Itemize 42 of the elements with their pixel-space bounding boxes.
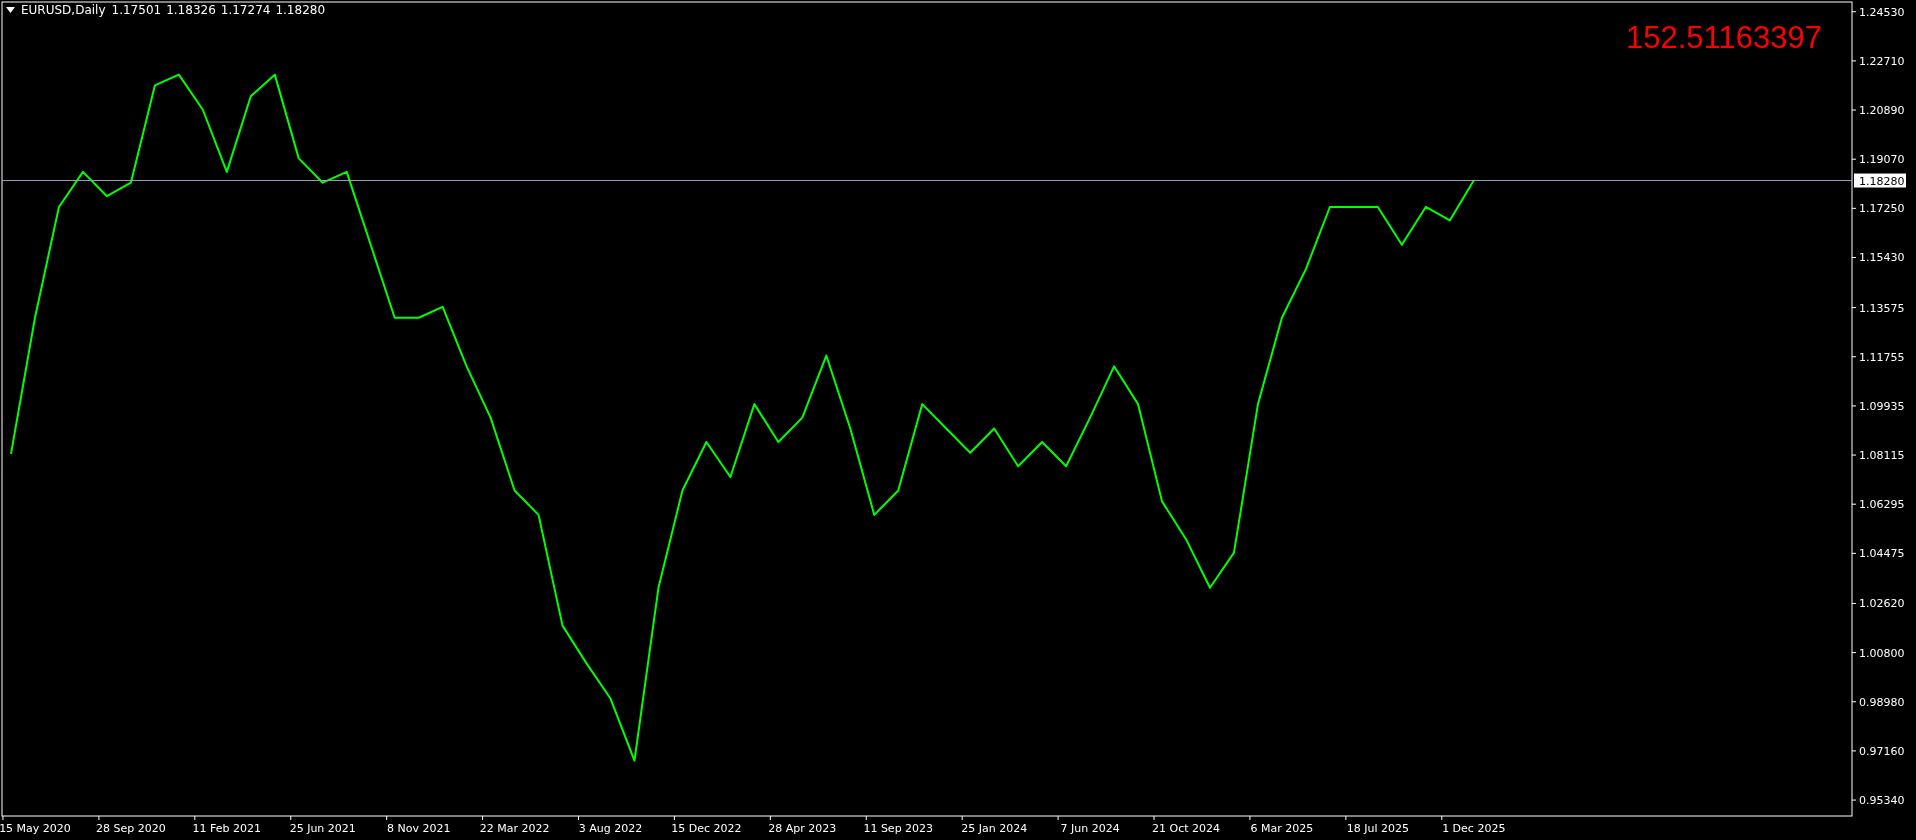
ohlc-value: 1.18280: [275, 4, 326, 16]
price-tick-label: 0.95340: [1859, 794, 1905, 808]
date-tick-label: 18 Jul 2025: [1346, 822, 1409, 835]
date-tick-label: 6 Mar 2025: [1250, 822, 1314, 835]
price-tick-label: 0.97160: [1859, 744, 1905, 758]
price-tick-label: 1.22710: [1859, 54, 1905, 68]
date-tick-label: 7 Jun 2024: [1060, 822, 1120, 835]
date-tick-label: 28 Sep 2020: [96, 822, 166, 835]
price-tick-label: 1.15430: [1859, 251, 1905, 265]
price-tick-label: 1.04475: [1859, 547, 1905, 561]
date-tick-label: 22 Mar 2022: [479, 822, 550, 835]
price-tick-label: 1.08115: [1859, 449, 1905, 463]
date-tick-label: 11 Sep 2023: [863, 822, 934, 835]
price-tick-label: 1.13575: [1859, 301, 1905, 315]
ohlc-value: 1.18326: [166, 4, 216, 16]
ohlc-value: 1.17274: [220, 4, 271, 16]
price-tick-label: 1.02620: [1859, 597, 1905, 611]
current-price-tag: 1.18280: [1854, 173, 1906, 188]
dropdown-triangle-icon[interactable]: [6, 7, 15, 13]
date-tick-label: 1 Dec 2025: [1442, 822, 1506, 835]
date-tick-label: 28 Apr 2023: [768, 822, 837, 835]
price-tick-label: 0.98980: [1859, 695, 1905, 709]
date-tick-label: 3 Aug 2022: [578, 822, 643, 835]
date-tick-label: 8 Nov 2021: [386, 822, 451, 835]
indicator-value: 152.51163397: [1626, 22, 1822, 53]
date-tick-label: 15 May 2020: [0, 822, 71, 835]
price-tick-label: 1.00800: [1859, 646, 1905, 660]
ohlc-value: 1.17501: [111, 4, 162, 16]
ref-line-label: 1.18280: [1859, 174, 1905, 188]
price-tick-label: 1.09935: [1859, 399, 1905, 413]
date-tick-label: 21 Oct 2024: [1152, 822, 1221, 835]
date-tick-label: 11 Feb 2021: [192, 822, 262, 835]
price-tick-label: 1.20890: [1859, 104, 1905, 118]
date-tick-label: 25 Jan 2024: [961, 822, 1028, 835]
date-tick-label: 25 Jun 2021: [289, 822, 356, 835]
price-tick-label: 1.19070: [1859, 153, 1905, 167]
price-tick-label: 1.17250: [1859, 202, 1905, 216]
price-tick-label: 1.24530: [1859, 5, 1905, 19]
date-tick-label: 15 Dec 2022: [671, 822, 742, 835]
symbol-label: EURUSD,Daily: [21, 4, 106, 16]
price-tick-label: 1.11755: [1859, 350, 1905, 364]
price-tick-label: 1.06295: [1859, 498, 1905, 512]
